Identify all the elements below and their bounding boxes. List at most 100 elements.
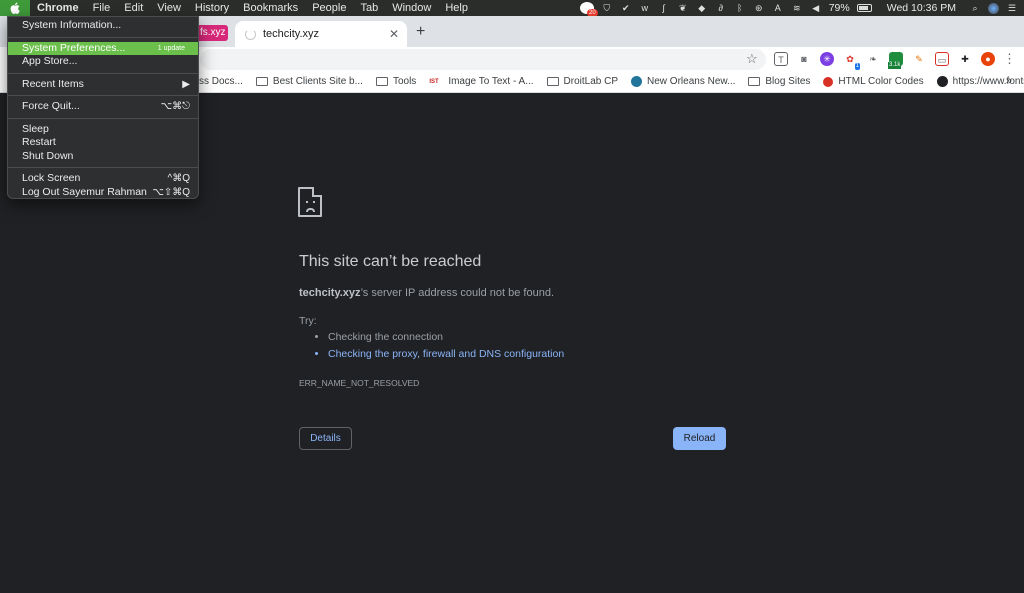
bookmark-item[interactable]: ss Docs... [199, 76, 243, 87]
green-counter-extension-icon[interactable]: 3.1k [888, 52, 903, 69]
clock[interactable]: Wed 10:36 PM [887, 2, 956, 14]
accessibility-icon[interactable]: ⊛ [753, 3, 765, 14]
menu-item-system-preferences[interactable]: System Preferences... 1 update [8, 41, 198, 55]
menu-view[interactable]: View [150, 0, 188, 16]
tab-active[interactable]: techcity.xyz ✕ [235, 21, 407, 47]
menu-app-chrome[interactable]: Chrome [30, 0, 86, 16]
bookmark-item[interactable]: IST Image To Text - A... [429, 76, 533, 87]
bookmark-label: Blog Sites [765, 76, 811, 87]
bookmark-folder[interactable]: DroitLab CP [546, 76, 619, 87]
profile-avatar-icon[interactable]: ● [981, 52, 995, 66]
menu-bookmarks[interactable]: Bookmarks [236, 0, 305, 16]
chrome-menu-icon[interactable]: ⋮ [1003, 51, 1016, 67]
menu-file[interactable]: File [86, 0, 118, 16]
tab-close-icon[interactable]: ✕ [389, 27, 399, 41]
menu-tab[interactable]: Tab [353, 0, 385, 16]
shortcut-label: ⌥⇧⌘Q [152, 186, 190, 198]
ist-icon: IST [429, 78, 439, 85]
macos-menu-bar: Chrome File Edit View History Bookmarks … [0, 0, 1024, 17]
dropbox-icon[interactable]: ◆ [696, 3, 708, 14]
shortcut-label: ⌥⌘⎋ [160, 101, 190, 112]
menu-item-restart[interactable]: Restart [8, 136, 198, 150]
notification-center-icon[interactable]: ☰ [1006, 3, 1018, 14]
bookmark-item[interactable]: HTML Color Codes [823, 76, 924, 87]
check-circle-icon[interactable]: ✔ [620, 3, 632, 14]
try-label: Try: [299, 315, 317, 327]
menu-item-app-store[interactable]: App Store... [8, 55, 198, 69]
update-badge: 1 update [157, 44, 185, 52]
menu-window[interactable]: Window [385, 0, 438, 16]
status-area: 20 ⛉ ✔ w ∫ ❦ ◆ ∂ ᛒ ⊛ A ≋ ◀ 79% Wed 10:36… [579, 0, 1024, 17]
bookmark-label: New Orleans New... [647, 76, 736, 87]
bookmark-label: Best Clients Site b... [272, 76, 363, 87]
menu-separator [8, 117, 198, 119]
bluetooth-icon[interactable]: ᛒ [734, 3, 746, 14]
menu-item-sleep[interactable]: Sleep [8, 123, 198, 137]
menu-item-recent-items[interactable]: Recent Items ▶ [8, 78, 198, 92]
text-extension-icon[interactable]: T [774, 52, 788, 66]
pen-extension-icon[interactable]: ✎ [912, 52, 926, 66]
bookmark-star-icon[interactable]: ☆ [746, 51, 758, 67]
fonts-site-icon [936, 76, 948, 87]
input-source-icon[interactable]: A [772, 3, 784, 14]
feather-icon[interactable]: ∫ [658, 3, 670, 14]
bookmark-folder[interactable]: Blog Sites [748, 76, 810, 87]
paperclip-icon[interactable]: ∂ [715, 3, 727, 14]
folder-icon [255, 77, 268, 86]
color-wheel-icon [823, 76, 834, 87]
menu-separator [8, 72, 198, 74]
extension-counter: 3.1k [888, 62, 902, 69]
wifi-icon[interactable]: ≋ [791, 3, 803, 14]
colorful-extension-icon[interactable]: ✿ 1 [843, 52, 860, 70]
menu-item-log-out[interactable]: Log Out Sayemur Rahman ⌥⇧⌘Q [8, 186, 198, 200]
new-tab-button[interactable]: + [416, 23, 425, 41]
suggestion-link[interactable]: Checking the proxy, firewall and DNS con… [328, 348, 564, 360]
menu-separator [8, 36, 198, 38]
tab-partial[interactable]: fs.xyz [196, 25, 228, 41]
folder-icon [375, 77, 388, 86]
menu-item-label: Force Quit... [22, 100, 80, 112]
apple-menu-dropdown: System Information... System Preferences… [7, 16, 199, 199]
bookmark-folder[interactable]: Tools [375, 76, 416, 87]
folder-icon [748, 77, 761, 86]
leaf-icon[interactable]: ❦ [677, 3, 689, 14]
purple-extension-icon[interactable]: ✳ [820, 52, 834, 66]
notification-app-icon[interactable]: 20 [579, 2, 598, 17]
reload-button[interactable]: Reload [673, 427, 726, 450]
bookmark-label: DroitLab CP [563, 76, 619, 87]
camera-extension-icon[interactable]: ◙ [797, 52, 811, 66]
bookmark-label: Image To Text - A... [448, 76, 534, 87]
menu-item-force-quit[interactable]: Force Quit... ⌥⌘⎋ [8, 100, 198, 114]
address-bar[interactable] [200, 49, 766, 70]
image-extension-icon[interactable]: ▭ [935, 52, 949, 66]
details-button[interactable]: Details [299, 427, 352, 450]
menu-help[interactable]: Help [438, 0, 475, 16]
we-icon[interactable]: w [639, 3, 651, 14]
wordpress-icon [631, 76, 643, 87]
apple-menu-button[interactable] [0, 0, 30, 16]
menu-separator [8, 95, 198, 96]
menu-history[interactable]: History [188, 0, 236, 16]
menu-people[interactable]: People [305, 0, 353, 16]
suggestion-item: Checking the connection [328, 331, 564, 343]
apple-logo-icon [10, 2, 20, 14]
volume-icon[interactable]: ◀ [810, 3, 822, 14]
leaf-extension-icon[interactable]: ❧ [866, 52, 880, 66]
battery-icon[interactable] [856, 4, 872, 12]
menu-item-shut-down[interactable]: Shut Down [8, 150, 198, 164]
bookmark-item[interactable]: New Orleans New... [631, 76, 735, 87]
user-avatar-icon[interactable] [988, 2, 999, 14]
menu-item-label: Recent Items [22, 77, 84, 90]
bookmarks-overflow-icon[interactable]: » [1006, 75, 1012, 87]
shield-icon[interactable]: ⛉ [601, 3, 613, 14]
bookmark-folder[interactable]: Best Clients Site b... [255, 76, 363, 87]
menu-edit[interactable]: Edit [117, 0, 150, 16]
puzzle-extensions-icon[interactable]: ✚ [958, 52, 972, 66]
error-message: techcity.xyz’s server IP address could n… [299, 287, 554, 299]
menu-item-lock-screen[interactable]: Lock Screen ^⌘Q [8, 172, 198, 186]
menu-item-system-information[interactable]: System Information... [8, 19, 198, 33]
error-code: ERR_NAME_NOT_RESOLVED [299, 378, 420, 388]
spotlight-search-icon[interactable]: ⌕ [969, 3, 981, 14]
error-domain: techcity.xyz [299, 287, 361, 299]
menu-item-label: Log Out Sayemur Rahman [22, 185, 147, 198]
